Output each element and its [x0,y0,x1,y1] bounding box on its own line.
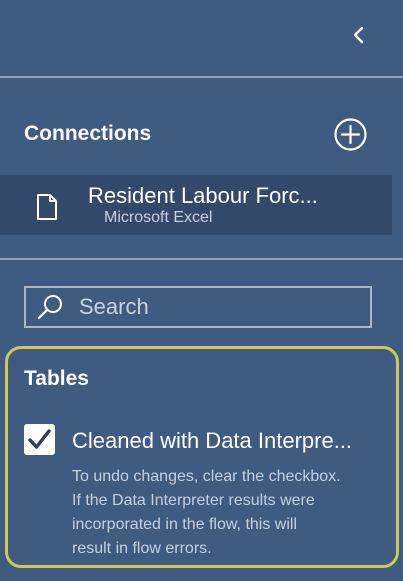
connections-heading: Connections [24,122,152,145]
chevron-left-icon [353,26,364,44]
divider-top [0,76,403,78]
hint-line: incorporated in the flow, this will [72,516,297,533]
file-icon [37,194,57,220]
hint-line: result in flow errors. [72,540,212,557]
connections-pane: Connections Resident Labour Forc... Micr… [0,0,403,581]
search-input[interactable] [79,294,349,320]
search-box[interactable] [24,286,372,328]
hint-line: If the Data Interpreter results were [72,492,315,509]
tables-heading: Tables [24,367,89,390]
data-interpreter-label[interactable]: Cleaned with Data Interpre... [72,428,352,454]
connection-type: Microsoft Excel [104,209,213,226]
add-connection-button[interactable] [333,117,368,152]
connection-item[interactable]: Resident Labour Forc... Microsoft Excel [0,175,392,235]
connection-name: Resident Labour Forc... [88,183,318,208]
hint-line: To undo changes, clear the checkbox. [72,468,341,485]
divider-middle [0,258,403,260]
data-interpreter-checkbox[interactable] [24,424,55,455]
plus-circle-icon [334,118,367,151]
data-interpreter-hint: To undo changes, clear the checkbox. If … [72,465,397,561]
search-icon [37,295,62,320]
collapse-pane-button[interactable] [346,22,372,48]
checkmark-icon [28,429,51,449]
